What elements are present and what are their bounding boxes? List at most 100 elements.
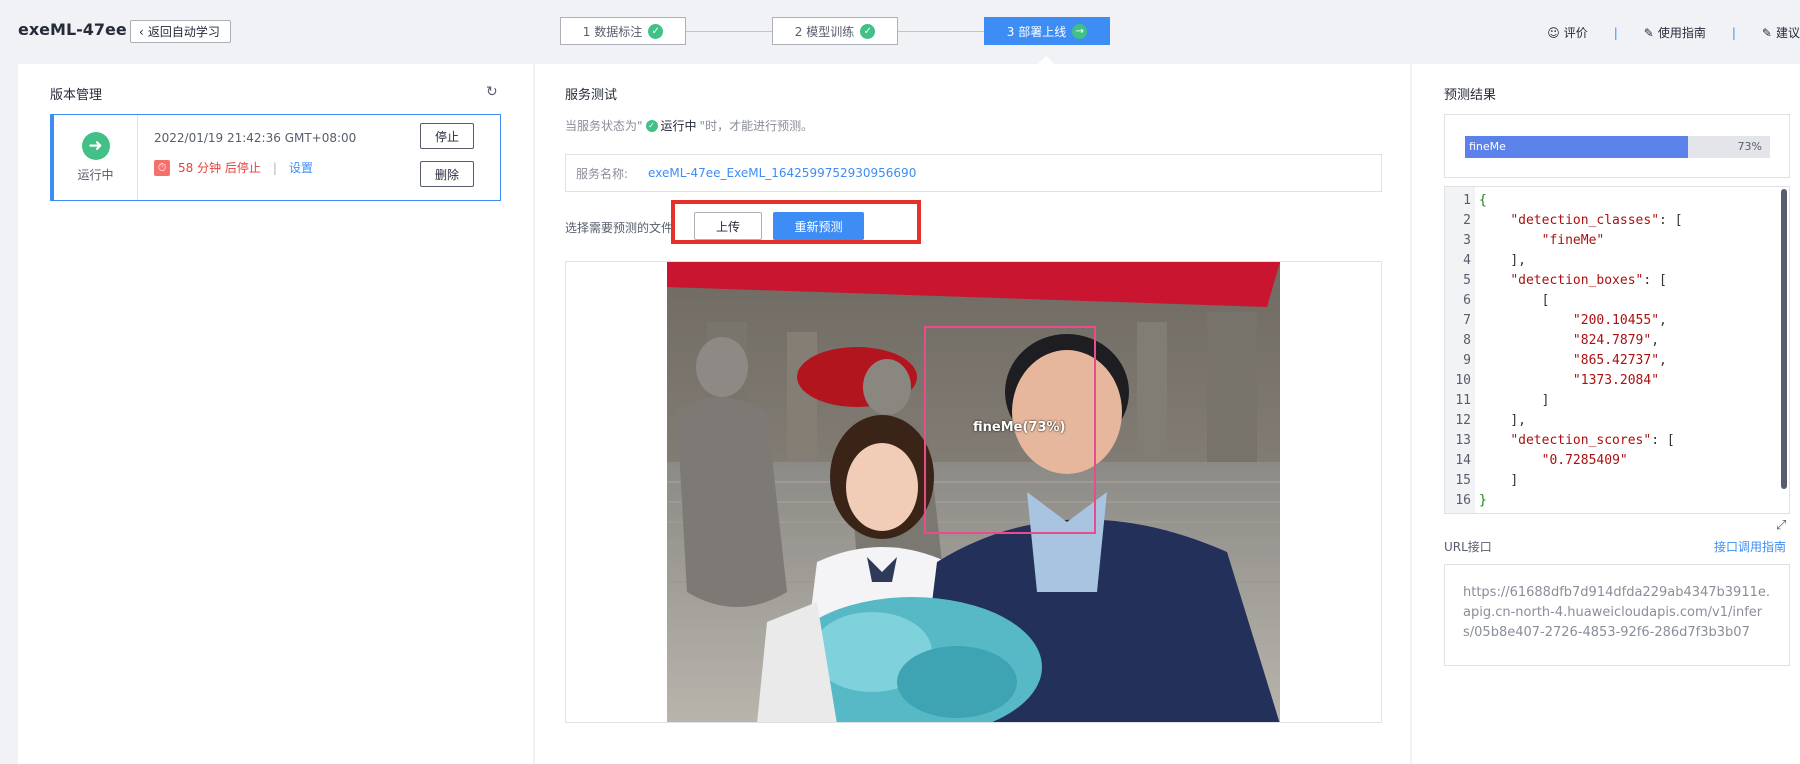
code-text: "0.7285409" — [1541, 453, 1628, 468]
rate-link[interactable]: ☺ 评价 — [1547, 24, 1588, 41]
detection-label: fineMe(73%) — [973, 420, 1066, 435]
app-title: exeML-47ee — [18, 20, 127, 39]
line-number: 12 — [1455, 413, 1471, 428]
line-number: 11 — [1455, 393, 1471, 408]
stop-button[interactable]: 停止 — [420, 123, 474, 149]
service-label: 服务名称: — [576, 166, 629, 181]
code-line: 16} — [1445, 491, 1775, 511]
line-number: 9 — [1463, 353, 1471, 368]
confidence-bar: fineMe 73% — [1465, 136, 1770, 158]
line-number: 5 — [1463, 273, 1471, 288]
code-text: "detection_classes": [ — [1510, 213, 1683, 228]
hint-status: 运行中 — [660, 119, 697, 133]
code-text: ] — [1510, 473, 1519, 488]
url-value[interactable]: https://61688dfb7d914dfda229ab4347b3911e… — [1444, 564, 1790, 666]
step-data-labeling[interactable]: 1 数据标注 ✓ — [560, 17, 686, 45]
code-text: "200.10455", — [1572, 313, 1667, 328]
line-number: 1 — [1463, 193, 1471, 208]
code-line: 10 "1373.2084" — [1445, 371, 1775, 391]
code-line: 1{ — [1445, 191, 1775, 211]
guide-link[interactable]: ✎ 使用指南 — [1644, 24, 1706, 41]
step-deploy[interactable]: 3 部署上线 → — [984, 17, 1110, 45]
line-number: 13 — [1455, 433, 1471, 448]
code-line: 14 "0.7285409" — [1445, 451, 1775, 471]
check-icon: ✓ — [860, 23, 876, 39]
line-number: 6 — [1463, 293, 1471, 308]
code-line: 15 ] — [1445, 471, 1775, 491]
api-guide-link[interactable]: 接口调用指南 — [1714, 538, 1786, 555]
version-time: 2022/01/19 21:42:36 GMT+08:00 — [154, 131, 357, 145]
suggest-label: 建议 — [1775, 26, 1800, 40]
code-text: ], — [1510, 253, 1526, 268]
service-hint: 当服务状态为" ✓ 运行中 "时，才能进行预测。 — [565, 117, 813, 134]
back-label: 返回自动学习 — [147, 25, 220, 39]
settings-link[interactable]: 设置 — [289, 159, 313, 176]
service-name[interactable]: exeML-47ee_ExeML_1642599752930956690 — [648, 166, 916, 180]
step-indicator: 1 数据标注 ✓ 2 模型训练 ✓ 3 部署上线 → — [560, 17, 1110, 45]
arrow-right-icon: → — [1072, 23, 1088, 39]
divider: | — [1613, 25, 1618, 40]
guide-label: 使用指南 — [1657, 26, 1706, 40]
code-text: "1373.2084" — [1572, 373, 1660, 388]
line-number: 3 — [1463, 233, 1471, 248]
result-title: 预测结果 — [1444, 88, 1497, 103]
expand-icon[interactable]: ⤢ — [1776, 518, 1786, 533]
chevron-left-icon: ‹ — [139, 24, 144, 39]
code-text: "fineMe" — [1541, 233, 1605, 248]
check-icon: ✓ — [648, 23, 664, 39]
line-number: 7 — [1463, 313, 1471, 328]
code-line: 2 "detection_classes": [ — [1445, 211, 1775, 231]
line-number: 10 — [1455, 373, 1471, 388]
prediction-image-box: fineMe(73%) — [565, 261, 1382, 723]
code-line: 3 "fineMe" — [1445, 231, 1775, 251]
upload-button[interactable]: 上传 — [694, 212, 762, 240]
hint-suffix: "时，才能进行预测。 — [699, 119, 814, 133]
url-label: URL接口 — [1444, 540, 1492, 554]
line-number: 8 — [1463, 333, 1471, 348]
prediction-result-panel: 预测结果 fineMe 73% 1{2 "detection_classes":… — [1412, 64, 1800, 764]
repredict-button[interactable]: 重新预测 — [773, 212, 864, 240]
step-label: 3 部署上线 — [1006, 24, 1067, 39]
result-json-viewer[interactable]: 1{2 "detection_classes": [3 "fineMe" 4 ],… — [1444, 186, 1790, 514]
rate-label: 评价 — [1563, 26, 1588, 40]
code-line: 5 "detection_boxes": [ — [1445, 271, 1775, 291]
line-number: 2 — [1463, 213, 1471, 228]
top-links: ☺ 评价 | ✎ 使用指南 | ✎ 建议 — [1547, 24, 1800, 41]
code-text: { — [1479, 193, 1487, 208]
suggest-link[interactable]: ✎ 建议 — [1762, 24, 1800, 41]
refresh-icon[interactable]: ↻ — [486, 84, 498, 100]
stop-countdown: 58 分钟 后停止 — [178, 161, 261, 175]
code-text: [ — [1541, 293, 1550, 308]
divider: | — [1731, 25, 1736, 40]
smile-icon: ☺ — [1547, 25, 1560, 40]
line-number: 15 — [1455, 473, 1471, 488]
status-text: 运行中 — [77, 168, 114, 182]
back-button[interactable]: ‹ 返回自动学习 — [130, 20, 231, 43]
version-card[interactable]: ➜ 运行中 2022/01/19 21:42:36 GMT+08:00 ⏱ 58… — [50, 114, 501, 201]
version-title: 版本管理 — [50, 88, 103, 103]
code-line: 12 ], — [1445, 411, 1775, 431]
line-number: 16 — [1455, 493, 1471, 508]
delete-button[interactable]: 删除 — [420, 161, 474, 187]
step-connector — [898, 30, 984, 32]
result-summary: fineMe 73% — [1444, 114, 1790, 178]
code-text: } — [1479, 493, 1487, 508]
line-number: 14 — [1455, 453, 1471, 468]
hint-prefix: 当服务状态为" — [565, 119, 643, 133]
code-text: ] — [1541, 393, 1550, 408]
line-number: 4 — [1463, 253, 1471, 268]
prediction-photo: fineMe(73%) — [667, 262, 1280, 722]
stop-countdown-row: ⏱ 58 分钟 后停止 | 设置 — [154, 159, 313, 176]
version-panel: 版本管理 ↻ ➜ 运行中 2022/01/19 21:42:36 GMT+08:… — [18, 64, 533, 764]
step-model-training[interactable]: 2 模型训练 ✓ — [772, 17, 898, 45]
service-test-title: 服务测试 — [565, 88, 618, 103]
code-text: "detection_boxes": [ — [1510, 273, 1667, 288]
service-name-box: 服务名称: exeML-47ee_ExeML_16425997529309566… — [565, 154, 1382, 192]
scrollbar[interactable] — [1781, 189, 1787, 489]
check-icon: ✓ — [645, 119, 658, 132]
confidence-percent: 73% — [1737, 140, 1762, 153]
running-icon: ➜ — [81, 132, 110, 160]
code-line: 11 ] — [1445, 391, 1775, 411]
code-text: "detection_scores": [ — [1510, 433, 1675, 448]
service-test-panel: 服务测试 当服务状态为" ✓ 运行中 "时，才能进行预测。 服务名称: exeM… — [535, 64, 1410, 764]
